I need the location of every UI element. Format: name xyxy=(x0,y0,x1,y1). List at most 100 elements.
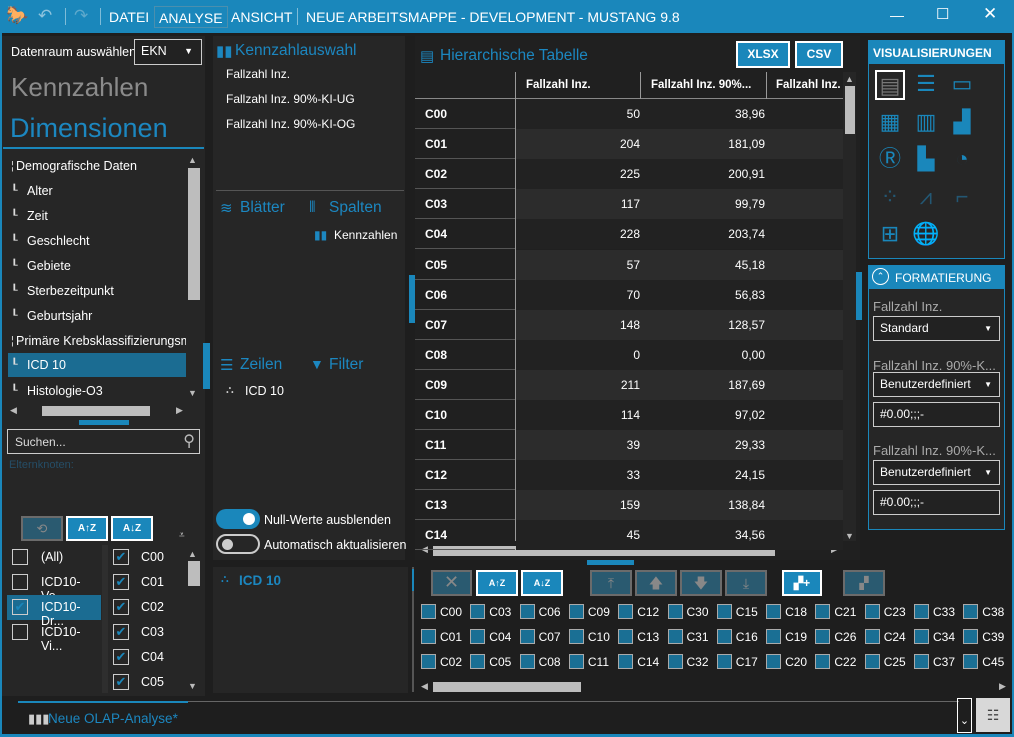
member-item[interactable]: C24 xyxy=(864,628,913,646)
column-header[interactable]: Fallzahl Inz. xyxy=(776,79,842,91)
sort-ascending-button[interactable]: A↑Z xyxy=(476,570,518,596)
null-werte-toggle[interactable] xyxy=(216,509,260,529)
checkbox[interactable] xyxy=(568,654,584,669)
member-item[interactable]: C18 xyxy=(766,603,814,621)
tree-item[interactable]: ¦ Primäre Krebsklassifizierungsmer xyxy=(8,329,186,353)
table-row[interactable]: C05 57 45,18 xyxy=(415,249,843,280)
scroll-down-icon[interactable]: ▼ xyxy=(188,681,197,691)
maximize-button[interactable]: ☐ xyxy=(936,5,949,23)
measure-item[interactable]: Fallzahl Inz. xyxy=(226,67,290,81)
table-row[interactable]: C11 39 29,33 xyxy=(415,430,843,461)
table-row[interactable]: C03 117 99,79 xyxy=(415,189,843,220)
checkbox[interactable] xyxy=(815,629,831,644)
splitter-handle[interactable] xyxy=(587,560,634,565)
scroll-right-icon[interactable]: ▶ xyxy=(999,681,1006,692)
checkbox[interactable] xyxy=(716,629,732,644)
r-script-icon[interactable]: Ⓡ xyxy=(875,145,905,175)
member-item[interactable]: ✔ C01 xyxy=(110,570,185,595)
move-up-button[interactable]: 🡅 xyxy=(635,570,677,596)
table-row[interactable]: C00 50 38,96 xyxy=(415,99,843,129)
member-item[interactable]: C25 xyxy=(864,653,913,671)
checkbox[interactable] xyxy=(914,604,929,619)
chevron-down-icon[interactable]: ⌄ xyxy=(957,698,972,733)
member-item[interactable]: C07 xyxy=(519,628,568,646)
menu-datei[interactable]: DATEI xyxy=(105,6,153,28)
edit-group-button[interactable]: ▞ xyxy=(843,570,885,596)
member-item[interactable]: ✔ C02 xyxy=(110,595,185,620)
table-row[interactable]: C09 211 187,69 xyxy=(415,369,843,400)
member-item[interactable]: ✔ C00 xyxy=(110,545,185,570)
checkbox[interactable] xyxy=(470,654,486,669)
column-header[interactable]: Fallzahl Inz. xyxy=(526,79,591,91)
tree-item[interactable]: ┖ Histologie-O3 xyxy=(8,379,186,403)
scroll-left-icon[interactable]: ◀ xyxy=(421,681,428,692)
member-item[interactable]: C19 xyxy=(766,628,814,646)
member-item[interactable]: C10 xyxy=(568,628,617,646)
checkbox[interactable] xyxy=(963,654,979,669)
checkbox[interactable]: ✔ xyxy=(113,599,129,615)
pivot-table-icon[interactable]: ▤ xyxy=(875,70,905,100)
member-item[interactable]: C21 xyxy=(815,603,863,621)
datenraum-select[interactable]: EKN ▼ xyxy=(134,39,202,65)
treemap-icon[interactable]: ▥ xyxy=(911,108,941,138)
member-item[interactable]: C14 xyxy=(618,653,666,671)
table-row[interactable]: C14 45 34,56 xyxy=(415,520,843,551)
checkbox[interactable]: ✔ xyxy=(113,574,129,590)
reset-button[interactable]: ⟲ xyxy=(21,516,63,541)
member-item[interactable]: C13 xyxy=(618,628,666,646)
stacked-column-icon[interactable]: ▙ xyxy=(911,145,941,175)
collapse-left-handle[interactable] xyxy=(203,343,210,389)
checkbox[interactable] xyxy=(421,604,436,619)
spalten-item[interactable]: Kennzahlen xyxy=(334,228,397,242)
sort-descending-button[interactable]: A↓Z xyxy=(521,570,563,596)
filter-options-icon[interactable]: ⩡ xyxy=(179,530,185,541)
scroll-up-icon[interactable]: ▲ xyxy=(188,549,197,559)
checkbox[interactable] xyxy=(864,604,880,619)
checkbox[interactable] xyxy=(519,629,535,644)
format-select[interactable]: Benutzerdefiniert ▼ xyxy=(873,372,1000,397)
tree-item[interactable]: ┖ Zeit xyxy=(8,204,186,228)
tree-item[interactable]: ¦ Demografische Daten xyxy=(8,154,186,178)
boxplot-icon[interactable]: ⊞ xyxy=(875,220,905,250)
tab-kennzahlen[interactable]: Kennzahlen xyxy=(11,72,148,103)
member-item[interactable]: C33 xyxy=(914,603,962,621)
checkbox[interactable] xyxy=(766,654,782,669)
add-group-button[interactable]: ▞+ xyxy=(782,570,822,596)
export-xlsx-button[interactable]: XLSX xyxy=(736,41,790,68)
member-item[interactable]: C03 xyxy=(470,603,518,621)
move-top-button[interactable]: ⤒ xyxy=(590,570,632,596)
move-bottom-button[interactable]: ⤓ xyxy=(725,570,767,596)
checkbox[interactable]: ✔ xyxy=(113,549,129,565)
member-item[interactable]: C06 xyxy=(519,603,568,621)
move-down-button[interactable]: 🡇 xyxy=(680,570,722,596)
member-item[interactable]: ✔ C03 xyxy=(110,620,185,645)
member-item[interactable]: C05 xyxy=(470,653,518,671)
clear-button[interactable]: ✕ xyxy=(431,570,472,596)
checkbox[interactable] xyxy=(716,654,732,669)
scroll-down-icon[interactable]: ▼ xyxy=(188,388,197,398)
member-item[interactable]: C30 xyxy=(667,603,716,621)
level-item[interactable]: ✔ ICD10-Dr... xyxy=(7,595,101,628)
tree-item[interactable]: ┖ Alter xyxy=(8,179,186,203)
table-row[interactable]: C07 148 128,57 xyxy=(415,309,843,340)
checkbox[interactable] xyxy=(568,629,584,644)
checkbox[interactable] xyxy=(766,604,782,619)
sort-descending-button[interactable]: A↓Z xyxy=(111,516,153,541)
checkbox[interactable] xyxy=(766,629,782,644)
member-item[interactable]: C22 xyxy=(815,653,863,671)
tree-item[interactable]: ┖ Geburtsjahr xyxy=(8,304,186,328)
checkbox[interactable] xyxy=(716,604,732,619)
table-row[interactable]: C02 225 200,91 xyxy=(415,159,843,190)
member-item[interactable]: C38 xyxy=(963,603,1011,621)
level-item[interactable]: ICD10-Vo... xyxy=(7,570,101,603)
redo-icon[interactable]: ↷ xyxy=(74,6,88,26)
minimize-button[interactable]: — xyxy=(890,7,904,23)
checkbox[interactable] xyxy=(618,629,634,644)
level-item[interactable]: (All) xyxy=(7,545,101,570)
checkbox[interactable]: ✔ xyxy=(113,624,129,640)
export-csv-button[interactable]: CSV xyxy=(795,41,843,68)
member-item[interactable]: C00 xyxy=(421,603,469,621)
format-select[interactable]: Benutzerdefiniert ▼ xyxy=(873,460,1000,485)
member-item[interactable]: C12 xyxy=(618,603,666,621)
level-item[interactable]: ICD10-Vi... xyxy=(7,620,101,653)
